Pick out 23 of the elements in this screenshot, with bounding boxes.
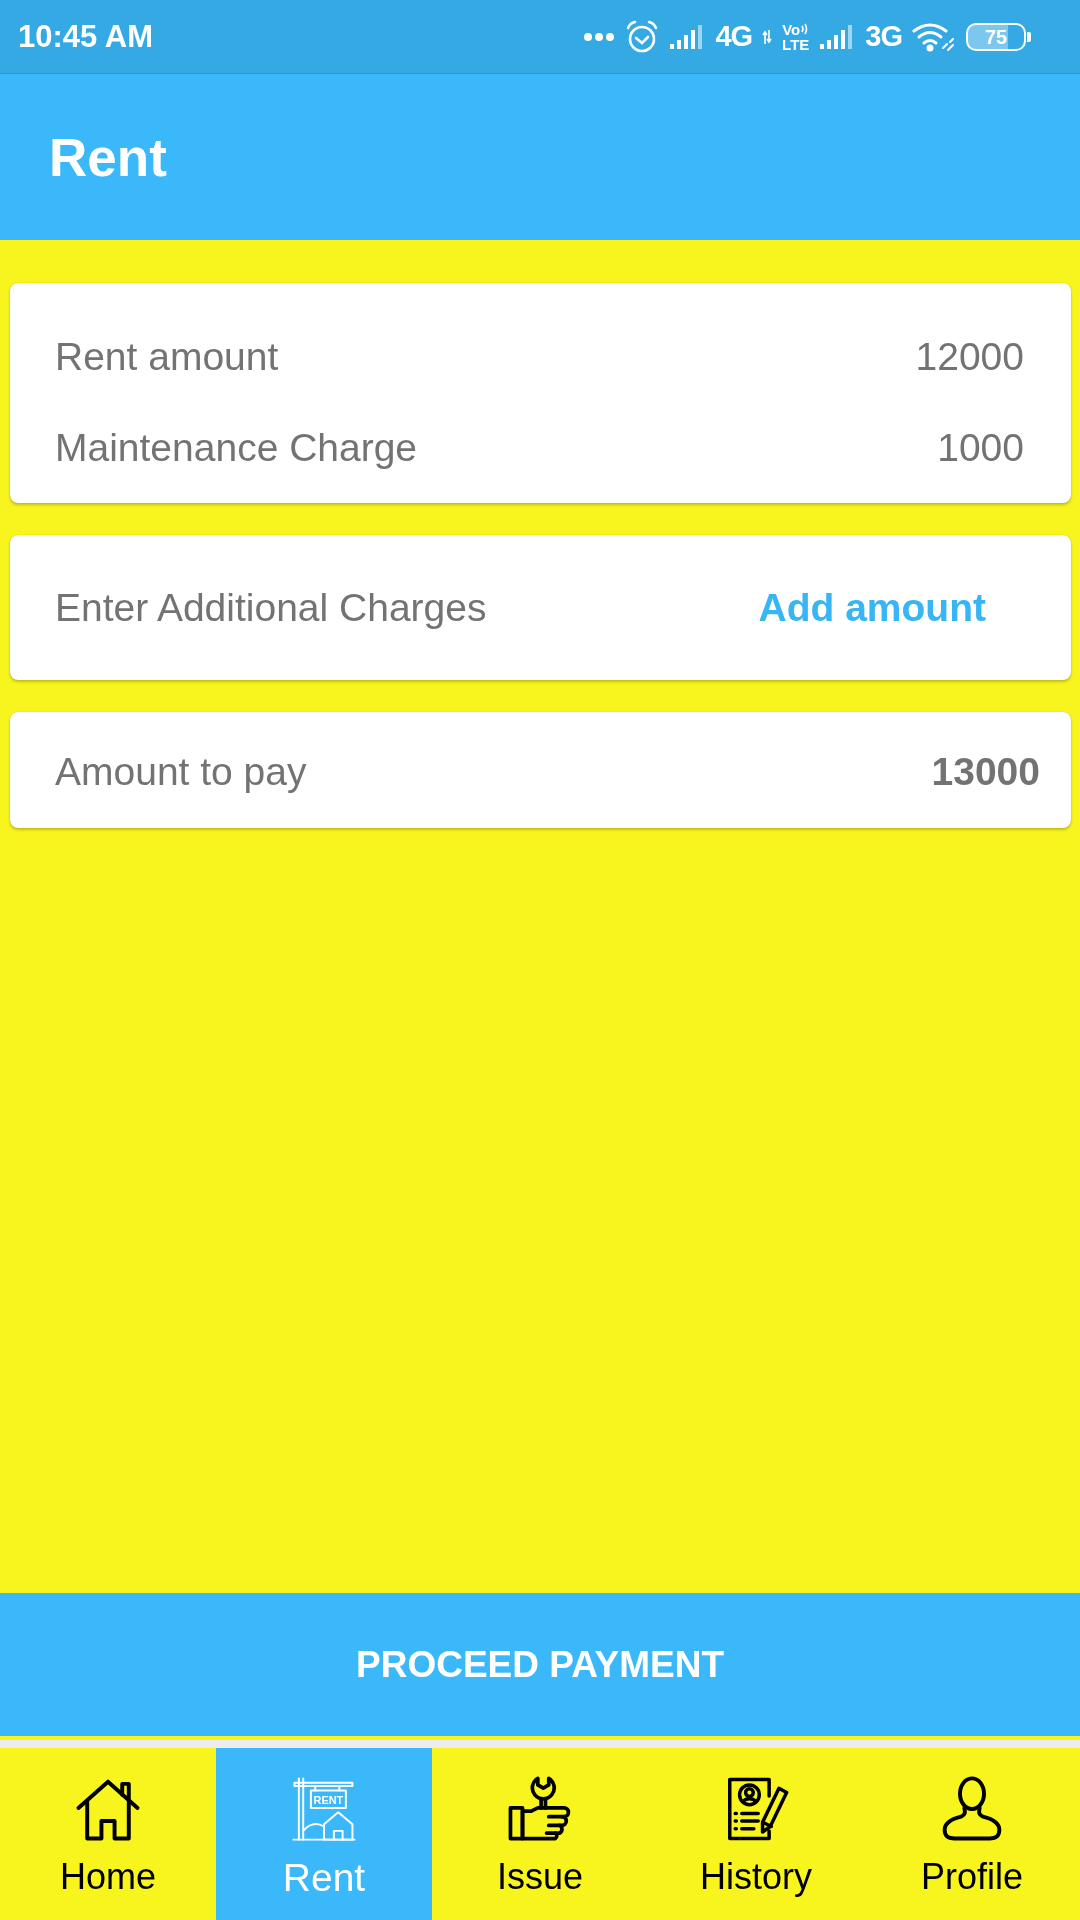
- wifi-link-icon: [912, 21, 956, 52]
- alarm-clock-icon: [625, 19, 660, 54]
- network-type-label: 4G: [715, 20, 753, 53]
- volte-label: LTE: [782, 36, 810, 52]
- battery-indicator: 75: [966, 22, 1032, 51]
- total-label: Amount to pay: [55, 750, 307, 794]
- nav-tab[interactable]: Profile: [864, 1748, 1080, 1920]
- nav-tab[interactable]: Issue: [432, 1748, 648, 1920]
- page-title: Rent: [49, 126, 167, 188]
- nav-tab[interactable]: History: [648, 1748, 864, 1920]
- additional-charges-label: Enter Additional Charges: [55, 586, 487, 630]
- data-arrows-icon: [762, 28, 773, 45]
- more-dots-icon: [583, 31, 616, 42]
- charge-label: Maintenance Charge: [55, 426, 418, 470]
- call-waves-icon: [801, 22, 810, 36]
- network-type-label: 3G: [865, 20, 902, 53]
- total-value: 13000: [931, 750, 1040, 794]
- nav-tab[interactable]: Home: [0, 1748, 216, 1920]
- charge-label: Rent amount: [55, 335, 279, 379]
- volte-label: Vo: [782, 21, 801, 37]
- status-time: 10:45 AM: [18, 18, 153, 55]
- charge-value: 1000: [937, 426, 1024, 470]
- charge-value: 12000: [915, 335, 1024, 379]
